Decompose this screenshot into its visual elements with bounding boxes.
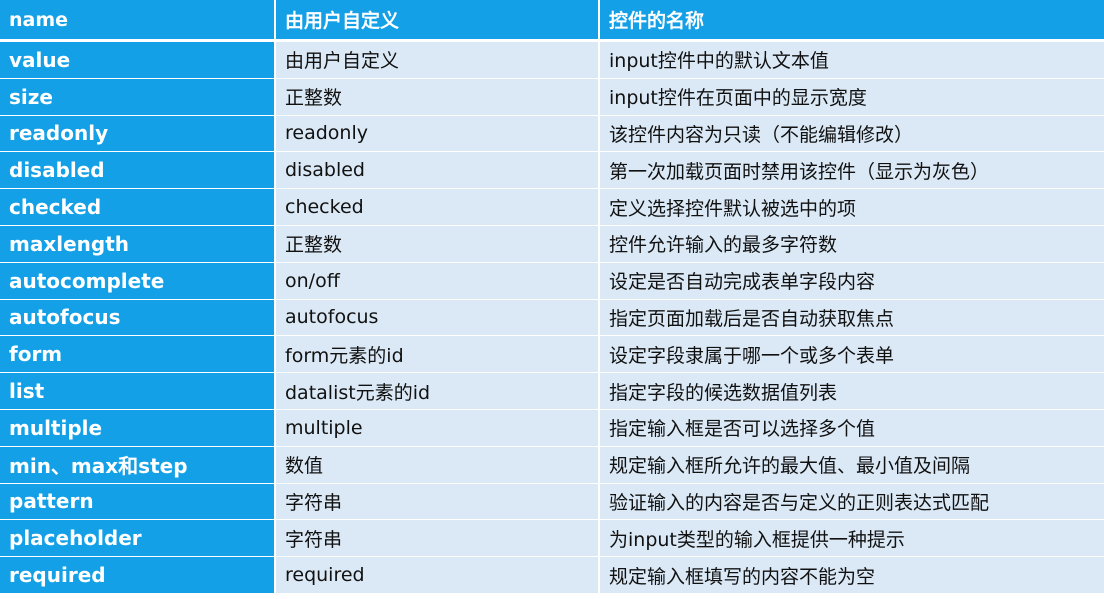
attr-value-cell: datalist元素的id (276, 373, 600, 410)
attr-name-cell: maxlength (0, 225, 276, 263)
attr-name-cell: multiple (0, 409, 276, 447)
input-attributes-table: name 由用户自定义 控件的名称 value 由用户自定义 input控件中的默认… (0, 0, 1104, 594)
table-row: min、max和step 数值 规定输入框所允许的最大值、最小值及间隔 (0, 446, 1104, 484)
attr-name-cell: size (0, 78, 276, 116)
attr-desc-cell: 该控件内容为只读（不能编辑修改） (600, 115, 1104, 153)
attr-value-cell: 由用户自定义 (276, 42, 600, 79)
attr-value-cell: 字符串 (276, 483, 600, 521)
attr-desc-cell: 指定页面加载后是否自动获取焦点 (600, 299, 1104, 337)
attr-desc-cell: 控件允许输入的最多字符数 (600, 225, 1104, 263)
attr-name-cell: autocomplete (0, 262, 276, 300)
attr-value-cell: checked (276, 189, 600, 226)
attr-desc-cell: input控件在页面中的显示宽度 (600, 78, 1104, 116)
attr-value-cell: disabled (276, 152, 600, 190)
table-row: checked checked 定义选择控件默认被选中的项 (0, 189, 1104, 226)
attr-name-cell: form (0, 336, 276, 374)
attr-desc-cell: 设定是否自动完成表单字段内容 (600, 262, 1104, 300)
attr-desc-cell: 为input类型的输入框提供一种提示 (600, 520, 1104, 558)
table-row: value 由用户自定义 input控件中的默认文本值 (0, 42, 1104, 79)
table-row: disabled disabled 第一次加载页面时禁用该控件（显示为灰色） (0, 152, 1104, 190)
header-row: name 由用户自定义 控件的名称 (0, 0, 1104, 42)
attr-desc-cell: 验证输入的内容是否与定义的正则表达式匹配 (600, 483, 1104, 521)
attr-value-cell: 正整数 (276, 78, 600, 116)
attr-value-cell: autofocus (276, 299, 600, 337)
table-row: multiple multiple 指定输入框是否可以选择多个值 (0, 409, 1104, 447)
table-row: autocomplete on/off 设定是否自动完成表单字段内容 (0, 262, 1104, 300)
attr-name-cell: disabled (0, 152, 276, 190)
table-row: form form元素的id 设定字段隶属于哪一个或多个表单 (0, 336, 1104, 374)
table-row: autofocus autofocus 指定页面加载后是否自动获取焦点 (0, 299, 1104, 337)
attr-name-cell: value (0, 42, 276, 79)
attr-name-cell: readonly (0, 115, 276, 153)
header-value: 由用户自定义 (276, 0, 600, 42)
table-row: placeholder 字符串 为input类型的输入框提供一种提示 (0, 520, 1104, 558)
table-row: pattern 字符串 验证输入的内容是否与定义的正则表达式匹配 (0, 483, 1104, 521)
attr-name-cell: min、max和step (0, 446, 276, 484)
attr-value-cell: multiple (276, 409, 600, 447)
attr-desc-cell: 设定字段隶属于哪一个或多个表单 (600, 336, 1104, 374)
attr-desc-cell: 规定输入框填写的内容不能为空 (600, 557, 1104, 594)
attr-desc-cell: 指定字段的候选数据值列表 (600, 373, 1104, 410)
table-body: value 由用户自定义 input控件中的默认文本值 size 正整数 input控件… (0, 42, 1104, 594)
table-row: maxlength 正整数 控件允许输入的最多字符数 (0, 225, 1104, 263)
attr-desc-cell: 指定输入框是否可以选择多个值 (600, 409, 1104, 447)
attr-desc-cell: input控件中的默认文本值 (600, 42, 1104, 79)
attr-value-cell: on/off (276, 262, 600, 300)
attr-name-cell: pattern (0, 483, 276, 521)
attr-name-cell: required (0, 557, 276, 594)
header-name: name (0, 0, 276, 42)
table-row: list datalist元素的id 指定字段的候选数据值列表 (0, 373, 1104, 410)
attr-name-cell: list (0, 373, 276, 410)
table-row: readonly readonly 该控件内容为只读（不能编辑修改） (0, 115, 1104, 153)
attr-name-cell: placeholder (0, 520, 276, 558)
attr-value-cell: 数值 (276, 446, 600, 484)
attr-value-cell: readonly (276, 115, 600, 153)
header-description: 控件的名称 (600, 0, 1104, 42)
attr-desc-cell: 定义选择控件默认被选中的项 (600, 189, 1104, 226)
attr-value-cell: 正整数 (276, 225, 600, 263)
attr-desc-cell: 规定输入框所允许的最大值、最小值及间隔 (600, 446, 1104, 484)
attr-name-cell: autofocus (0, 299, 276, 337)
table-header: name 由用户自定义 控件的名称 (0, 0, 1104, 42)
table-row: required required 规定输入框填写的内容不能为空 (0, 557, 1104, 594)
attr-desc-cell: 第一次加载页面时禁用该控件（显示为灰色） (600, 152, 1104, 190)
attr-value-cell: 字符串 (276, 520, 600, 558)
attr-value-cell: form元素的id (276, 336, 600, 374)
attr-value-cell: required (276, 557, 600, 594)
table-row: size 正整数 input控件在页面中的显示宽度 (0, 78, 1104, 116)
attr-name-cell: checked (0, 189, 276, 226)
